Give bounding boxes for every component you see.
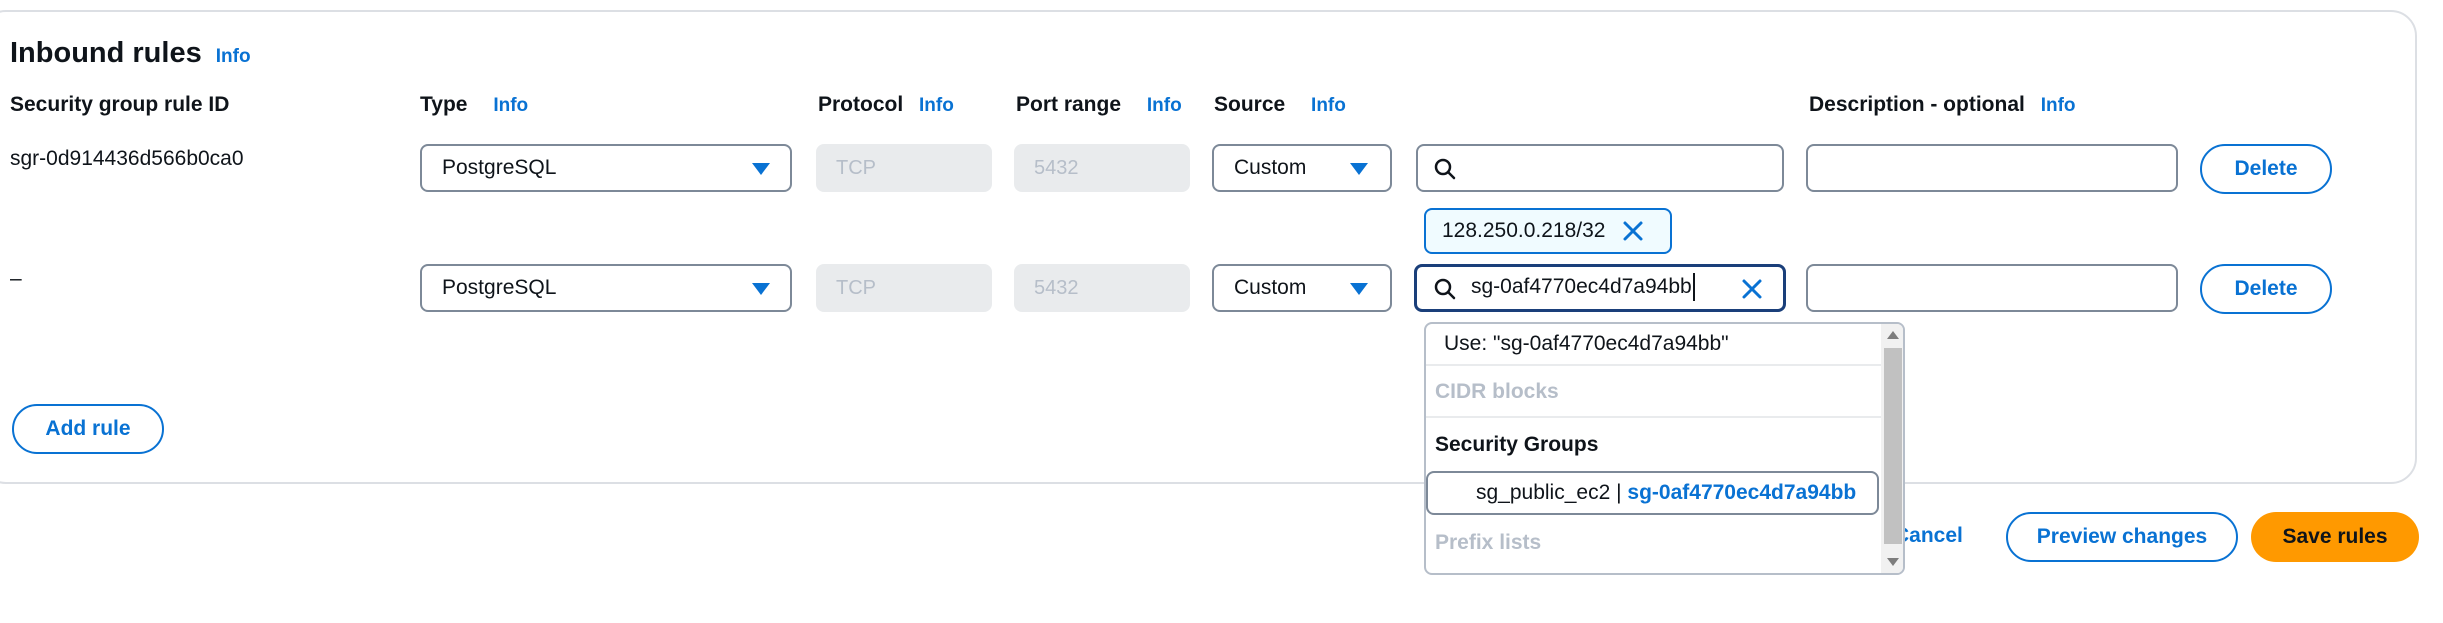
row2-rule-id: –	[10, 267, 22, 290]
save-rules-button[interactable]: Save rules	[2251, 512, 2419, 562]
use-entered-value-option[interactable]: Use: "sg-0af4770ec4d7a94bb"	[1436, 329, 1729, 359]
caret-down-icon	[1350, 163, 1368, 175]
security-group-separator: |	[1616, 481, 1622, 504]
group-prefix-lists: Prefix lists	[1435, 531, 1542, 554]
row2-port-range-field: 5432	[1014, 264, 1190, 312]
security-group-id: sg-0af4770ec4d7a94bb	[1627, 481, 1857, 504]
preview-changes-button[interactable]: Preview changes	[2006, 512, 2238, 562]
header-port-range: Port range Info	[1016, 90, 1182, 121]
group-security-groups: Security Groups	[1435, 433, 1599, 456]
add-rule-button[interactable]: Add rule	[12, 404, 164, 454]
section-title-text: Inbound rules	[10, 37, 202, 69]
security-group-option[interactable]: sg_public_ec2 | sg-0af4770ec4d7a94bb	[1426, 471, 1879, 515]
scroll-up-arrow-icon[interactable]	[1886, 330, 1900, 340]
row2-source-select[interactable]: Custom	[1212, 264, 1392, 312]
type-info-link[interactable]: Info	[493, 95, 528, 116]
scroll-down-arrow-icon[interactable]	[1886, 557, 1900, 567]
dropdown-divider	[1426, 364, 1881, 366]
row1-type-value: PostgreSQL	[442, 156, 557, 179]
caret-down-icon	[752, 283, 770, 295]
row2-protocol-field: TCP	[816, 264, 992, 312]
close-icon[interactable]	[1741, 278, 1763, 300]
close-icon[interactable]	[1622, 220, 1644, 242]
row2-source-value: Custom	[1234, 276, 1307, 299]
caret-down-icon	[1350, 283, 1368, 295]
row2-type-value: PostgreSQL	[442, 276, 557, 299]
search-icon	[1434, 278, 1456, 300]
description-info-link[interactable]: Info	[2041, 95, 2076, 116]
caret-down-icon	[752, 163, 770, 175]
row1-source-search-input[interactable]	[1416, 144, 1784, 192]
section-info-link[interactable]: Info	[216, 46, 251, 67]
row1-source-select[interactable]: Custom	[1212, 144, 1392, 192]
row2-source-search-value: sg-0af4770ec4d7a94bb	[1471, 273, 1695, 301]
dropdown-scrollbar-thumb[interactable]	[1884, 348, 1902, 544]
row2-delete-button[interactable]: Delete	[2200, 264, 2332, 314]
row1-source-token: 128.250.0.218/32	[1424, 208, 1672, 254]
section-title: Inbound rules Info	[10, 34, 251, 76]
group-cidr-blocks: CIDR blocks	[1435, 380, 1559, 403]
header-protocol-label: Protocol	[818, 93, 904, 116]
row1-source-token-label: 128.250.0.218/32	[1442, 219, 1606, 242]
security-group-name: sg_public_ec2	[1476, 481, 1611, 504]
search-icon	[1434, 158, 1456, 180]
protocol-info-link[interactable]: Info	[919, 95, 954, 116]
row1-port-range-field: 5432	[1014, 144, 1190, 192]
header-protocol: Protocol Info	[818, 90, 954, 121]
header-type-label: Type	[420, 93, 468, 116]
row2-description-input[interactable]	[1806, 264, 2178, 312]
row2-source-search-input[interactable]: sg-0af4770ec4d7a94bb	[1414, 264, 1786, 312]
header-type: Type Info	[420, 90, 528, 121]
security-group-option-text: sg_public_ec2 | sg-0af4770ec4d7a94bb	[1476, 479, 1856, 507]
header-rule-id: Security group rule ID	[10, 93, 230, 116]
header-description: Description - optional Info	[1809, 90, 2076, 121]
row1-protocol-field: TCP	[816, 144, 992, 192]
header-source: Source Info	[1214, 90, 1346, 121]
row1-delete-button[interactable]: Delete	[2200, 144, 2332, 194]
row1-type-select[interactable]: PostgreSQL	[420, 144, 792, 192]
row1-description-input[interactable]	[1806, 144, 2178, 192]
row1-rule-id: sgr-0d914436d566b0ca0	[10, 147, 244, 170]
dropdown-divider	[1426, 416, 1881, 418]
header-description-label: Description - optional	[1809, 93, 2025, 116]
header-source-label: Source	[1214, 93, 1286, 116]
row2-type-select[interactable]: PostgreSQL	[420, 264, 792, 312]
source-suggestions-dropdown: Use: "sg-0af4770ec4d7a94bb" CIDR blocks …	[1424, 322, 1905, 575]
header-port-range-label: Port range	[1016, 93, 1122, 116]
source-info-link[interactable]: Info	[1311, 95, 1346, 116]
inbound-rules-panel	[0, 10, 2417, 484]
port-range-info-link[interactable]: Info	[1147, 95, 1182, 116]
row1-source-value: Custom	[1234, 156, 1307, 179]
